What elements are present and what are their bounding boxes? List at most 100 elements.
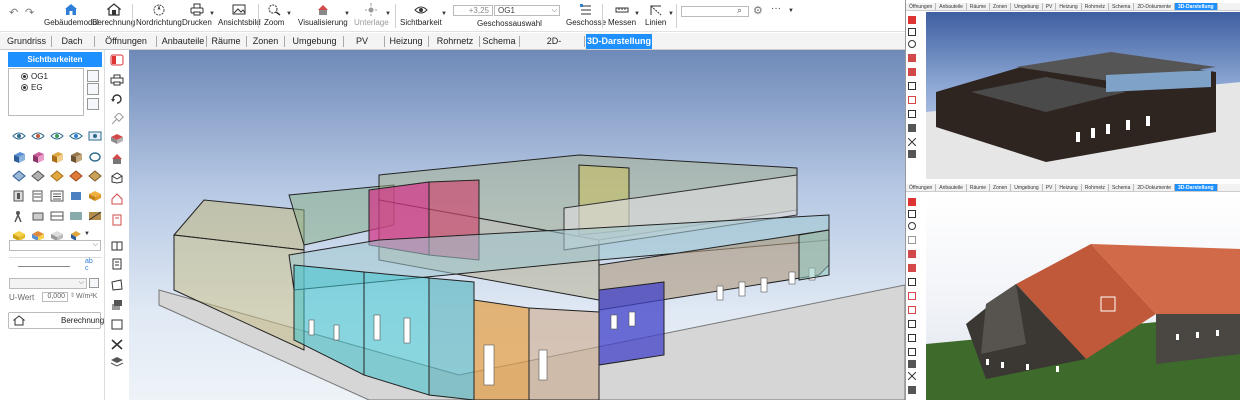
messen-button[interactable]: Messen xyxy=(608,2,636,30)
tab-heizung[interactable]: Heizung xyxy=(388,34,424,49)
nordrichtung-button[interactable]: Nordrichtung xyxy=(136,2,182,30)
tab-zonen[interactable]: Zonen xyxy=(249,34,282,49)
mini-tab[interactable]: Rohrnetz xyxy=(1082,3,1110,10)
document-icon[interactable] xyxy=(908,306,916,314)
layout-toggle-icon[interactable] xyxy=(908,16,916,24)
printer-icon[interactable] xyxy=(110,74,124,86)
visualisierung-button[interactable]: Visualisierung xyxy=(298,2,348,30)
cube-render-icon[interactable] xyxy=(908,54,916,62)
tools-icon[interactable] xyxy=(907,137,917,147)
uwert-field[interactable]: 0,000 xyxy=(42,292,68,302)
shape-select-icon[interactable] xyxy=(110,279,124,291)
preview-view-top[interactable] xyxy=(926,12,1240,179)
redo-icon[interactable]: ↷ xyxy=(25,6,34,19)
mini-tab[interactable]: 2D-Dokumente xyxy=(1134,184,1175,191)
house-fill-icon[interactable] xyxy=(110,153,124,165)
pin-icon[interactable] xyxy=(110,112,124,125)
eye-zone-icon[interactable] xyxy=(69,130,83,142)
tools-icon[interactable] xyxy=(110,338,124,350)
cube-wall-icon[interactable] xyxy=(12,151,26,163)
house-outline-icon[interactable] xyxy=(110,193,124,205)
geschosse-button[interactable]: Geschosse xyxy=(566,2,606,30)
diamond-roofslab-icon[interactable] xyxy=(69,170,83,182)
wall-insulation-icon[interactable] xyxy=(31,190,45,202)
floor-plan-icon[interactable] xyxy=(110,240,124,252)
material-select[interactable]: ⌵ xyxy=(9,278,87,289)
document-list-icon[interactable] xyxy=(908,334,916,342)
cube-outline-icon[interactable] xyxy=(908,82,916,90)
cube-outline-icon[interactable] xyxy=(110,172,124,184)
material-toggle-icon[interactable] xyxy=(89,278,99,288)
ansichtsbild-button[interactable]: Ansichtsbild xyxy=(218,2,261,30)
mini-tab[interactable]: Räume xyxy=(967,184,991,191)
3d-viewport[interactable] xyxy=(129,50,905,400)
cube-render-icon[interactable] xyxy=(908,250,916,258)
floor-grid-icon[interactable] xyxy=(87,83,99,95)
mini-tab[interactable]: Öffnungen xyxy=(906,184,937,191)
wall-layer-icon[interactable] xyxy=(12,190,26,202)
linien-button[interactable]: Linien xyxy=(645,2,666,30)
cube-outline-icon[interactable] xyxy=(908,278,916,286)
more-dropdown-icon[interactable]: ▼ xyxy=(788,8,794,14)
floor-item-og1[interactable]: OG1 xyxy=(21,72,48,81)
calc-button[interactable]: Berechnung xyxy=(8,312,104,329)
visualisierung-dropdown-icon[interactable]: ▼ xyxy=(344,11,350,17)
floor-plan-icon[interactable] xyxy=(908,110,916,118)
list-layer-icon[interactable] xyxy=(50,190,64,202)
gebaeudemodul-button[interactable]: Gebäudemodul xyxy=(44,2,99,30)
box-icon[interactable] xyxy=(110,318,124,330)
messen-dropdown-icon[interactable]: ▼ xyxy=(634,11,640,17)
mini-tab[interactable]: Zonen xyxy=(990,3,1012,10)
zoom-button[interactable]: Zoom xyxy=(264,2,284,30)
abc-style-icon[interactable]: ab c xyxy=(85,258,93,272)
mini-tab-active[interactable]: 3D-Darstellung xyxy=(1175,184,1218,191)
more-icon[interactable]: ··· xyxy=(771,3,781,14)
diamond-terrain-icon[interactable] xyxy=(88,170,102,182)
building-3d-model[interactable] xyxy=(129,50,905,400)
printer-icon[interactable] xyxy=(908,210,916,218)
tab-2d-dokumente[interactable]: 2D-Dokumente xyxy=(524,34,584,61)
mini-tab[interactable]: Umgebung xyxy=(1011,184,1043,191)
mini-tab[interactable]: Zonen xyxy=(990,184,1012,191)
search-settings-icon[interactable]: ⚙ xyxy=(753,4,763,17)
mini-tab[interactable]: Umgebung xyxy=(1011,3,1043,10)
layers-icon[interactable] xyxy=(908,386,916,394)
tab-grundriss[interactable]: Grundriss xyxy=(4,34,49,49)
loop-icon[interactable] xyxy=(88,151,102,163)
mini-tab[interactable]: Anbauteile xyxy=(936,3,967,10)
mini-tab[interactable]: PV xyxy=(1043,184,1057,191)
eye-wall-icon[interactable] xyxy=(12,130,26,142)
stack-icon[interactable] xyxy=(110,299,124,311)
image-gallery-icon[interactable] xyxy=(69,210,83,222)
search-icon[interactable]: ⌕ xyxy=(737,5,742,16)
linien-dropdown-icon[interactable]: ▼ xyxy=(668,11,674,17)
printer-icon[interactable] xyxy=(908,28,916,36)
rotate-view-icon[interactable] xyxy=(110,93,124,105)
tab-schema[interactable]: Schema xyxy=(481,34,517,49)
mini-tab[interactable]: 2D-Dokumente xyxy=(1134,3,1175,10)
floor-grid-empty-icon[interactable] xyxy=(87,98,99,110)
cube-render-icon[interactable] xyxy=(110,133,124,145)
cube-orange-icon[interactable] xyxy=(88,190,102,202)
layout-toggle-icon[interactable] xyxy=(110,54,124,66)
berechnung-button[interactable]: Berechnung xyxy=(92,2,135,30)
shape-select-icon[interactable] xyxy=(908,348,916,356)
document-list-icon[interactable] xyxy=(110,258,124,270)
cube-window-icon[interactable] xyxy=(31,151,45,163)
tab-pv[interactable]: PV xyxy=(350,34,374,49)
diamond-ceiling-icon[interactable] xyxy=(31,170,45,182)
mini-tab[interactable]: Rohrnetz xyxy=(1082,184,1110,191)
eye-surface-icon[interactable] xyxy=(88,130,102,142)
sichtbarkeit-dropdown-icon[interactable]: ▼ xyxy=(441,11,447,17)
uwert-spinner-icon[interactable]: ⇕ xyxy=(70,292,75,299)
house-outline-icon[interactable] xyxy=(908,292,916,300)
select-all-floors-icon[interactable] xyxy=(87,70,99,82)
cube-stair-icon[interactable] xyxy=(69,151,83,163)
zoom-dropdown-icon[interactable]: ▼ xyxy=(286,11,292,17)
unterlage-dropdown-icon[interactable]: ▼ xyxy=(385,11,391,17)
mini-tab-active[interactable]: 3D-Darstellung xyxy=(1175,3,1218,10)
preview-view-bottom[interactable] xyxy=(926,194,1240,400)
cylinder-icon[interactable] xyxy=(69,190,83,202)
cube-options-dropdown-icon[interactable]: ▼ xyxy=(84,231,90,237)
mini-tab[interactable]: Schema xyxy=(1109,3,1135,10)
